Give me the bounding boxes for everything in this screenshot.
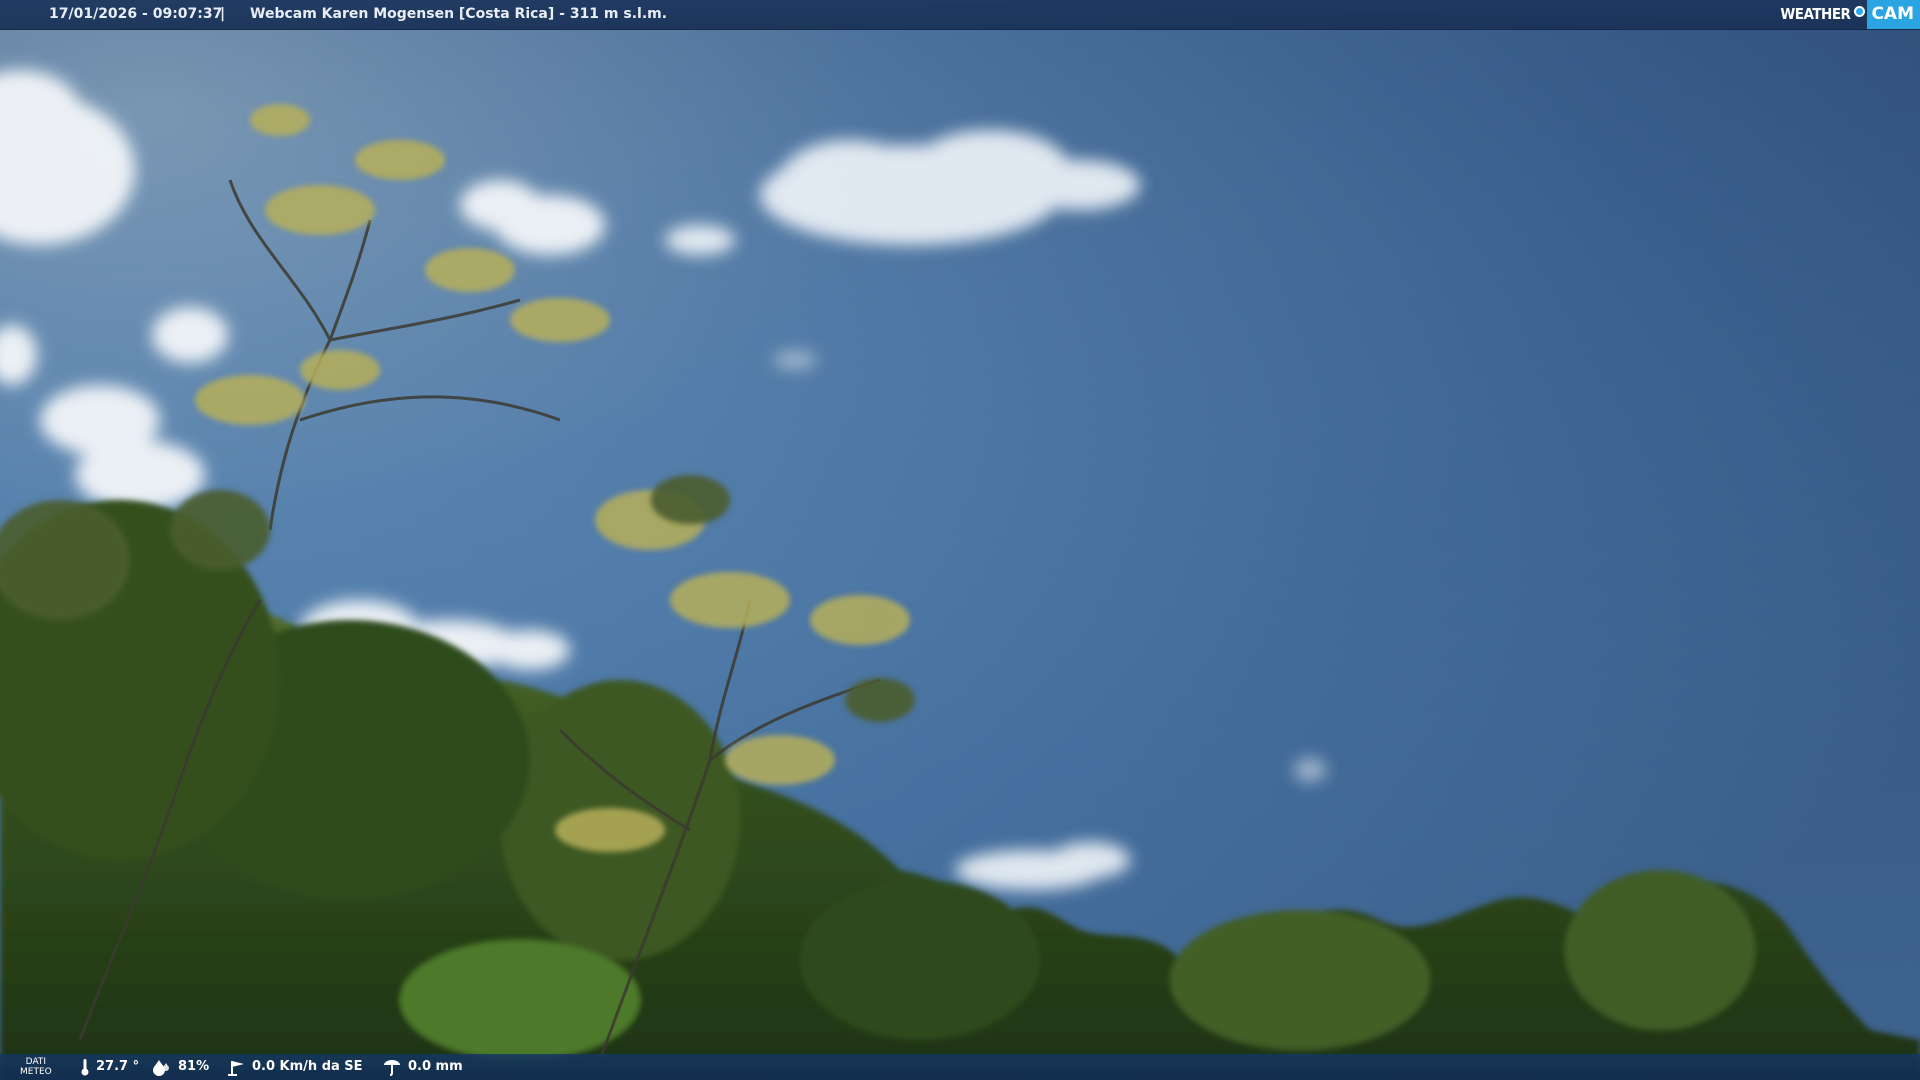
logo-dot-icon (1854, 6, 1866, 17)
droplet-icon (153, 1060, 169, 1076)
wind-reading: 0.0 Km/h da SE (226, 1054, 363, 1080)
rain-reading: 0.0 mm (382, 1054, 463, 1080)
logo-cam-text: CAM (1867, 0, 1920, 29)
webcam-title: Webcam Karen Mogensen [Costa Rica] - 311… (250, 6, 668, 22)
thermometer-icon (81, 1059, 89, 1076)
header-bar: 17/01/2026 - 09:07:37 | Webcam Karen Mog… (0, 0, 1920, 30)
weather-data-label-line2: METEO (20, 1067, 52, 1077)
temperature-reading: 27.7 ° (80, 1054, 139, 1080)
weather-data-label-line1: DATI (25, 1057, 47, 1067)
weathercam-logo[interactable]: WEATHER CAM (1774, 0, 1920, 29)
logo-weather-text: WEATHER (1780, 5, 1851, 23)
webcam-image (0, 0, 1920, 1080)
rain-gauge-icon (384, 1060, 400, 1076)
header-separator: | (220, 6, 226, 22)
humidity-value: 81% (178, 1059, 210, 1074)
weather-data-bar: DATI METEO 27.7 ° 81% 0.0 Km/h da SE 0.0… (0, 1054, 1920, 1080)
weather-data-label: DATI METEO (20, 1054, 52, 1080)
humidity-reading: 81% (152, 1054, 209, 1080)
temperature-value: 27.7 ° (96, 1059, 140, 1074)
rain-value: 0.0 mm (408, 1059, 463, 1074)
datetime-label: 17/01/2026 - 09:07:37 (49, 6, 223, 22)
wind-value: 0.0 Km/h da SE (252, 1059, 363, 1074)
wind-icon (228, 1061, 244, 1076)
